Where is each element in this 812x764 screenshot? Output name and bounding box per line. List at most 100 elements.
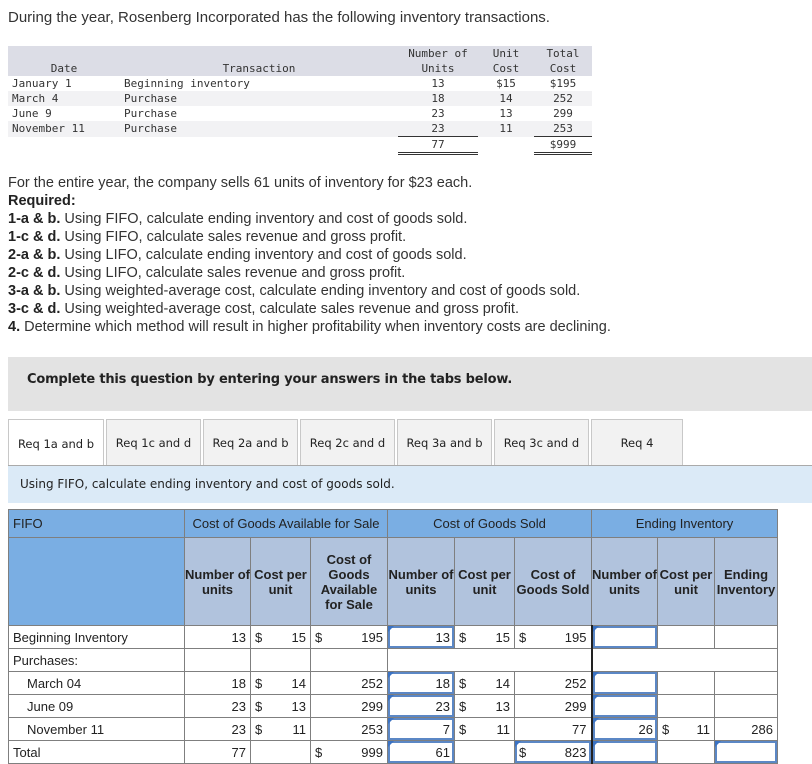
cogs-units-input[interactable]: 13: [387, 625, 455, 649]
end-cpu: $11: [657, 717, 715, 741]
tab-req-4[interactable]: Req 4: [591, 419, 683, 465]
end-total: [714, 694, 778, 718]
row-date: June 9: [12, 107, 52, 120]
subheader-end-units: Number of units: [591, 537, 658, 626]
cogs-units-total-input[interactable]: 61: [387, 740, 455, 764]
row-transaction: Purchase: [120, 121, 398, 137]
requirement-item: 2-c & d. Using LIFO, calculate sales rev…: [8, 265, 406, 281]
tab-req-1a-b[interactable]: Req 1a and b: [8, 419, 104, 467]
end-units-input[interactable]: [590, 625, 658, 649]
cogs-cpu: $15: [454, 625, 515, 649]
avail-cpu: $15: [250, 625, 311, 649]
row-units: 13: [431, 77, 445, 90]
end-units-input[interactable]: 26: [590, 717, 658, 741]
tab-instruction: Using FIFO, calculate ending inventory a…: [8, 466, 812, 503]
row-transaction: Purchase: [124, 107, 177, 120]
row-total-cost: 299: [553, 107, 573, 120]
end-total-input[interactable]: [714, 740, 778, 764]
cogs-total: $195: [514, 625, 592, 649]
row-total-cost: $195: [549, 77, 577, 90]
tab-req-2c-d[interactable]: Req 2c and d: [300, 419, 395, 465]
requirements-section: For the entire year, the company sells 6…: [8, 174, 611, 336]
banner-text: Complete this question by entering your …: [27, 372, 513, 387]
row-transaction: Purchase: [120, 91, 398, 106]
row-label: Total: [8, 740, 185, 764]
row-units: 18: [398, 91, 478, 106]
avail-units-total: 77: [184, 740, 251, 764]
requirement-item: 4. Determine which method will result in…: [8, 319, 611, 335]
subheader-avail-units: Number of units: [184, 537, 251, 626]
purchases-label: Purchases:: [8, 648, 185, 672]
avail-units: 23: [184, 694, 251, 718]
inventory-transactions-table: Date Transaction Number of Units Unit Cost…: [8, 46, 592, 155]
requirement-item: 3-c & d. Using weighted-average cost, ca…: [8, 301, 519, 317]
requirement-item: 2-a & b. Using LIFO, calculate ending in…: [8, 247, 467, 263]
table-row: November 11 23 $11 253 7 $11 77 26 $11 2…: [8, 717, 778, 741]
table-row: January 1 Beginning inventory 13 $15 $19…: [8, 76, 592, 91]
header-transaction: Transaction: [120, 46, 398, 76]
cogs-cpu: $11: [454, 717, 515, 741]
cogs-units-input[interactable]: 18: [387, 671, 455, 695]
required-label: Required:: [8, 193, 76, 209]
table-row: Beginning Inventory 13 $15 $195 13 $15 $…: [8, 625, 778, 649]
sales-text: For the entire year, the company sells 6…: [8, 175, 473, 191]
row-date: November 11: [8, 121, 120, 137]
subheader-avail-cpu: Cost per unit: [250, 537, 311, 626]
subheader-avail-total: Cost of Goods Available for Sale: [310, 537, 388, 626]
end-units-total-input[interactable]: [590, 740, 658, 764]
cogs-cpu: $13: [454, 694, 515, 718]
total-cost: $999: [534, 136, 592, 155]
row-total-cost: 252: [534, 91, 592, 106]
avail-total: 252: [310, 671, 388, 695]
tab-req-1c-d[interactable]: Req 1c and d: [106, 419, 201, 465]
method-label: FIFO: [8, 509, 185, 538]
subheader-cogs-cpu: Cost per unit: [454, 537, 515, 626]
table-row: March 4 Purchase 18 14 252: [8, 91, 592, 106]
end-total: [714, 625, 778, 649]
instructions-banner: Complete this question by entering your …: [8, 357, 812, 411]
tab-req-2a-b[interactable]: Req 2a and b: [203, 419, 298, 465]
requirement-item: 3-a & b. Using weighted-average cost, ca…: [8, 283, 581, 299]
table-row: Purchases:: [8, 648, 778, 672]
total-row: Total 77 $999 61 $823: [8, 740, 778, 764]
cogs-units-input[interactable]: 23: [387, 694, 455, 718]
row-unit-cost: $15: [496, 77, 516, 90]
avail-total-sum: $999: [310, 740, 388, 764]
avail-cpu: $13: [250, 694, 311, 718]
subheader-end-cpu: Cost per unit: [657, 537, 715, 626]
end-total: 286: [714, 717, 778, 741]
table-row: June 09 23 $13 299 23 $13 299: [8, 694, 778, 718]
tab-req-3a-b[interactable]: Req 3a and b: [397, 419, 492, 465]
subheader-cogs-units: Number of units: [387, 537, 455, 626]
cogs-total: 77: [514, 717, 592, 741]
row-label: Beginning Inventory: [8, 625, 185, 649]
requirement-item: 1-c & d. Using FIFO, calculate sales rev…: [8, 229, 407, 245]
cogs-total-input[interactable]: $823: [514, 740, 592, 764]
end-cpu: [657, 625, 715, 649]
total-units: 77: [398, 136, 478, 155]
avail-units: 18: [184, 671, 251, 695]
avail-cpu: $14: [250, 671, 311, 695]
tab-req-3c-d[interactable]: Req 3c and d: [494, 419, 589, 465]
avail-total: 299: [310, 694, 388, 718]
group-header-ending: Ending Inventory: [591, 509, 778, 538]
row-unit-cost: 13: [499, 107, 513, 120]
intro-text: During the year, Rosenberg Incorporated …: [8, 9, 550, 26]
row-label: June 09: [8, 694, 185, 718]
avail-total: $195: [310, 625, 388, 649]
tab-bar: Req 1a and b Req 1c and d Req 2a and b R…: [8, 419, 685, 467]
end-units-input[interactable]: [590, 671, 658, 695]
subheader-end-total: Ending Inventory: [714, 537, 778, 626]
table-row: June 9 Purchase 23 13 299: [8, 106, 592, 121]
header-units: Number of Units: [398, 46, 478, 76]
header-date: Date: [8, 46, 120, 76]
row-unit-cost: 14: [478, 91, 534, 106]
cogs-units-input[interactable]: 7: [387, 717, 455, 741]
row-total-cost: 253: [534, 121, 592, 137]
header-unit-cost: Unit Cost: [478, 46, 534, 76]
cogs-total: 299: [514, 694, 592, 718]
end-units-input[interactable]: [590, 694, 658, 718]
header-total-cost: Total Cost: [534, 46, 592, 76]
group-header-available: Cost of Goods Available for Sale: [184, 509, 388, 538]
row-transaction: Beginning inventory: [124, 77, 250, 90]
